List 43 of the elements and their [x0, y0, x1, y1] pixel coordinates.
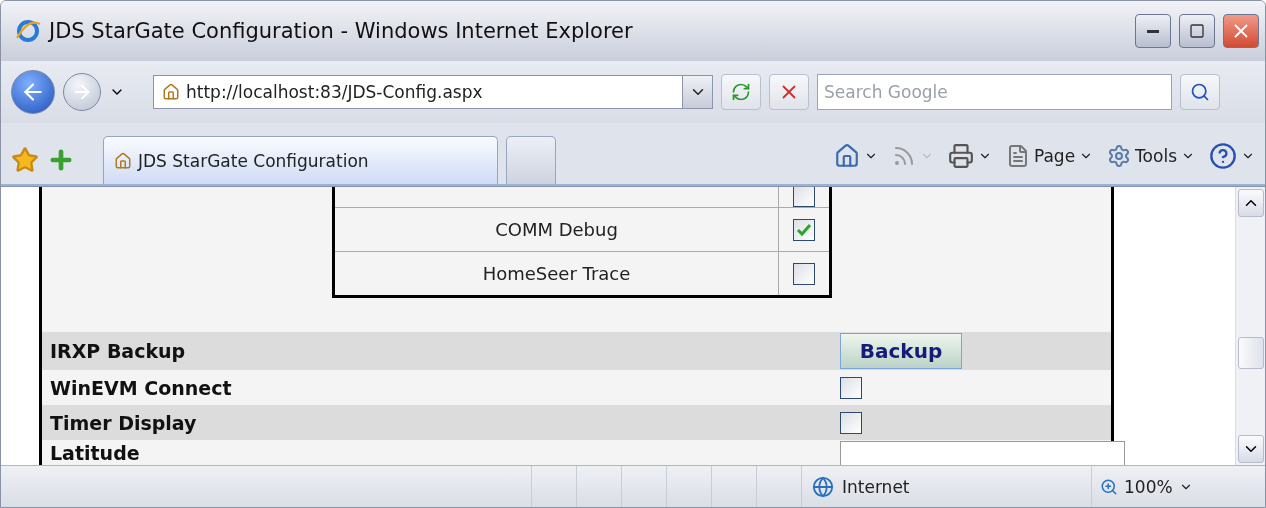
dropdown-button[interactable] [682, 76, 712, 108]
page-menu[interactable]: Page [1033, 146, 1076, 166]
zone-label: Internet [842, 476, 910, 497]
setting-label: Timer Display [50, 411, 198, 434]
search-button[interactable] [1180, 74, 1220, 110]
gear-icon [1107, 144, 1132, 168]
search-icon [1190, 82, 1210, 102]
refresh-icon [731, 82, 751, 102]
home-icon[interactable] [833, 143, 860, 169]
stop-button[interactable] [769, 74, 809, 110]
checkbox[interactable] [793, 187, 815, 207]
browser-logo-icon [15, 18, 41, 44]
help-icon[interactable] [1209, 142, 1237, 170]
window-title: JDS StarGate Configuration - Windows Internet Explorer [49, 19, 634, 43]
setting-label: WinEVM Connect [50, 376, 233, 399]
setting-label: Latitude [50, 441, 141, 464]
forward-button[interactable] [63, 73, 101, 111]
backup-button[interactable]: Backup [840, 333, 962, 370]
scroll-thumb[interactable] [1237, 337, 1264, 369]
scrollbar[interactable] [1235, 187, 1265, 465]
checkbox[interactable] [793, 262, 815, 285]
maximize-icon [1189, 23, 1205, 39]
browser-tab[interactable]: JDS StarGate Configuration [103, 136, 498, 184]
maximize-button[interactable] [1179, 14, 1215, 48]
tools-menu[interactable]: Tools [1135, 146, 1177, 166]
checkbox[interactable] [840, 411, 862, 434]
search-field[interactable]: Search Google [817, 74, 1172, 110]
refresh-button[interactable] [721, 74, 761, 110]
minimize-icon [1147, 29, 1159, 33]
setting-label: IRXP Backup [50, 340, 187, 363]
option-label: HomeSeer Trace [335, 252, 779, 295]
print-icon[interactable] [947, 143, 974, 169]
checkbox[interactable] [840, 376, 862, 399]
back-button[interactable] [11, 70, 55, 114]
option-label: COMM Debug [335, 208, 779, 251]
latitude-field[interactable] [840, 440, 1125, 465]
minimize-button[interactable] [1135, 14, 1171, 48]
close-button[interactable] [1223, 14, 1259, 48]
checkbox[interactable] [793, 218, 815, 241]
address-field[interactable]: http://localhost:83/JDS-Config.aspx [153, 75, 713, 109]
zoom-icon [1100, 477, 1118, 496]
zoom-button[interactable]: 100% [1091, 466, 1193, 507]
globe-icon [812, 475, 834, 498]
